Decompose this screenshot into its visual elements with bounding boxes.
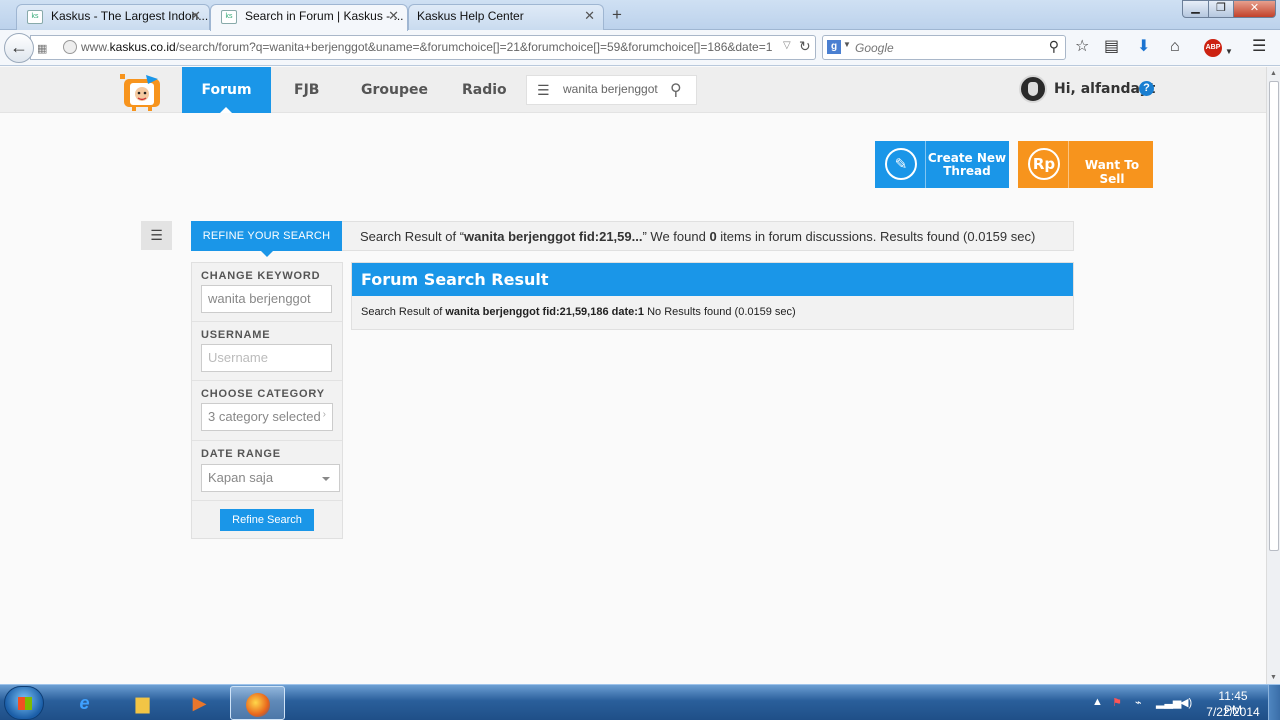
sidebar-toggle-list-icon[interactable]: ☰: [141, 221, 172, 250]
tab-title: Search in Forum | Kaskus - ...: [245, 9, 404, 23]
window-minimize-button[interactable]: ▁: [1182, 0, 1209, 18]
scroll-up-arrow-icon[interactable]: ▲: [1270, 70, 1277, 77]
show-desktop-button[interactable]: [1268, 685, 1280, 720]
google-engine-icon[interactable]: g: [827, 40, 841, 54]
choose-category-section: CHOOSE CATEGORY 3 category selected ›: [192, 381, 342, 441]
help-question-icon[interactable]: ?: [1139, 81, 1154, 96]
start-button[interactable]: [4, 686, 44, 720]
history-dropdown-icon[interactable]: ▽: [783, 40, 791, 51]
header-search-input[interactable]: wanita berjenggot: [563, 82, 661, 96]
scroll-thumb[interactable]: [1269, 81, 1279, 551]
bookmarks-list-icon[interactable]: ▤: [1104, 38, 1119, 56]
choose-category-label: CHOOSE CATEGORY: [201, 388, 325, 400]
bookmark-star-icon[interactable]: ☆: [1075, 38, 1089, 56]
want-to-sell-button[interactable]: Rp Want To Sell: [1018, 141, 1153, 188]
nav-radio[interactable]: Radio: [462, 67, 507, 113]
search-icon[interactable]: ⚲: [670, 80, 682, 100]
windows-taskbar: e ▆ ▶ ▲ ⚑ ⌁ ▂▃▅ ◀) 11:45 PM 7/22/2014: [0, 684, 1280, 720]
create-thread-label: Create New Thread: [927, 151, 1007, 178]
menu-hamburger-icon[interactable]: ☰: [1252, 38, 1266, 56]
firefox-icon: [245, 693, 270, 718]
username-section: USERNAME Username: [192, 322, 342, 381]
username-input[interactable]: Username: [201, 344, 332, 372]
date-range-section: DATE RANGE Kapan saja: [192, 441, 342, 501]
tab-title: Kaskus Help Center: [417, 9, 524, 23]
header-search-box: ☰ wanita berjenggot ⚲: [526, 75, 697, 105]
tab-search-forum[interactable]: ks Search in Forum | Kaskus - ... ✕: [210, 4, 408, 31]
kaskus-favicon-icon: ks: [221, 10, 237, 24]
change-keyword-section: CHANGE KEYWORD wanita berjenggot: [192, 263, 342, 322]
kaskus-header: Forum FJB Groupee Radio ☰ wanita berjeng…: [0, 67, 1266, 113]
category-selector[interactable]: 3 category selected ›: [201, 403, 333, 431]
pencil-icon: ✎: [885, 148, 917, 180]
back-button[interactable]: ←: [4, 33, 34, 63]
icon-area: ✎: [875, 141, 926, 188]
refine-search-panel: CHANGE KEYWORD wanita berjenggot USERNAM…: [191, 262, 343, 539]
rupiah-icon: Rp: [1028, 148, 1060, 180]
nav-groupee[interactable]: Groupee: [361, 67, 428, 113]
browser-tab-bar: ks Kaskus - The Largest Indon... ✕ ks Se…: [0, 0, 1280, 31]
network-signal-icon[interactable]: ▂▃▅: [1156, 696, 1181, 709]
tab-close-icon[interactable]: ✕: [584, 5, 595, 27]
kaskus-logo-icon[interactable]: [118, 71, 170, 111]
page-vertical-scrollbar[interactable]: ▲ ▼: [1266, 67, 1280, 684]
create-new-thread-button[interactable]: ✎ Create New Thread: [875, 141, 1009, 188]
nav-forum[interactable]: Forum: [182, 67, 271, 113]
internet-explorer-icon[interactable]: e: [57, 686, 112, 720]
change-keyword-label: CHANGE KEYWORD: [201, 270, 321, 282]
forum-search-result-panel: Forum Search Result Search Result of wan…: [351, 262, 1074, 330]
adblock-dropdown-icon[interactable]: ▼: [1225, 43, 1233, 61]
tab-groups-icon[interactable]: ▦: [37, 42, 47, 55]
reload-icon[interactable]: ↻: [799, 38, 811, 55]
search-scope-list-icon[interactable]: ☰: [537, 82, 550, 99]
keyword-input[interactable]: wanita berjenggot: [201, 285, 332, 313]
search-summary: Search Result of “wanita berjenggot fid:…: [342, 221, 1074, 251]
search-placeholder: Google: [855, 41, 894, 55]
action-center-flag-icon[interactable]: ⚑: [1112, 696, 1122, 709]
tab-title: Kaskus - The Largest Indon...: [51, 9, 209, 23]
tab-help-center[interactable]: Kaskus Help Center ✕: [408, 4, 604, 30]
firefox-taskbar-button[interactable]: [230, 686, 285, 720]
new-tab-plus-icon[interactable]: +: [612, 5, 622, 25]
user-avatar[interactable]: [1019, 75, 1047, 103]
address-bar[interactable]: ▦ www.kaskus.co.id/search/forum?q=wanita…: [30, 35, 816, 60]
clock-date[interactable]: 7/22/2014: [1202, 705, 1264, 719]
media-player-icon[interactable]: ▶: [172, 686, 227, 720]
date-range-label: DATE RANGE: [201, 448, 281, 460]
home-icon[interactable]: ⌂: [1170, 38, 1180, 56]
category-selected-text: 3 category selected: [208, 409, 321, 424]
chevron-right-icon: ›: [322, 409, 326, 420]
kaskus-favicon-icon: ks: [27, 10, 43, 24]
file-explorer-icon[interactable]: ▆: [115, 686, 170, 720]
username-label: USERNAME: [201, 329, 271, 341]
downloads-icon[interactable]: ⬇: [1137, 38, 1150, 56]
tab-kaskus-home[interactable]: ks Kaskus - The Largest Indon... ✕: [16, 4, 210, 30]
adblock-icon[interactable]: ABP: [1204, 39, 1222, 57]
tray-expand-icon[interactable]: ▲: [1092, 696, 1103, 708]
window-restore-button[interactable]: ❐: [1208, 0, 1234, 18]
search-icon[interactable]: ⚲: [1049, 38, 1059, 55]
window-close-button[interactable]: ✕: [1233, 0, 1276, 18]
want-to-sell-label: Want To Sell: [1084, 158, 1140, 186]
icon-area: Rp: [1018, 141, 1069, 188]
scroll-down-arrow-icon[interactable]: ▼: [1270, 674, 1277, 681]
tab-close-icon[interactable]: ✕: [190, 5, 201, 27]
site-identity-icon[interactable]: [63, 40, 77, 54]
nav-fjb[interactable]: FJB: [294, 67, 319, 113]
engine-dropdown-icon[interactable]: ▼: [843, 40, 851, 49]
url-text[interactable]: www.kaskus.co.id/search/forum?q=wanita+b…: [81, 40, 772, 54]
refine-your-search-tab[interactable]: REFINE YOUR SEARCH: [191, 221, 342, 257]
result-status-text: Search Result of wanita berjenggot fid:2…: [361, 306, 796, 318]
tab-close-icon[interactable]: ✕: [388, 5, 399, 27]
date-range-select[interactable]: Kapan saja: [201, 464, 340, 492]
volume-icon[interactable]: ◀): [1180, 696, 1192, 709]
refine-search-button[interactable]: Refine Search: [220, 509, 314, 531]
browser-navigation-bar: ▦ www.kaskus.co.id/search/forum?q=wanita…: [0, 30, 1280, 66]
power-plug-icon[interactable]: ⌁: [1135, 696, 1142, 709]
web-search-box[interactable]: g ▼ Google ⚲: [822, 35, 1066, 60]
result-heading: Forum Search Result: [352, 263, 1073, 296]
